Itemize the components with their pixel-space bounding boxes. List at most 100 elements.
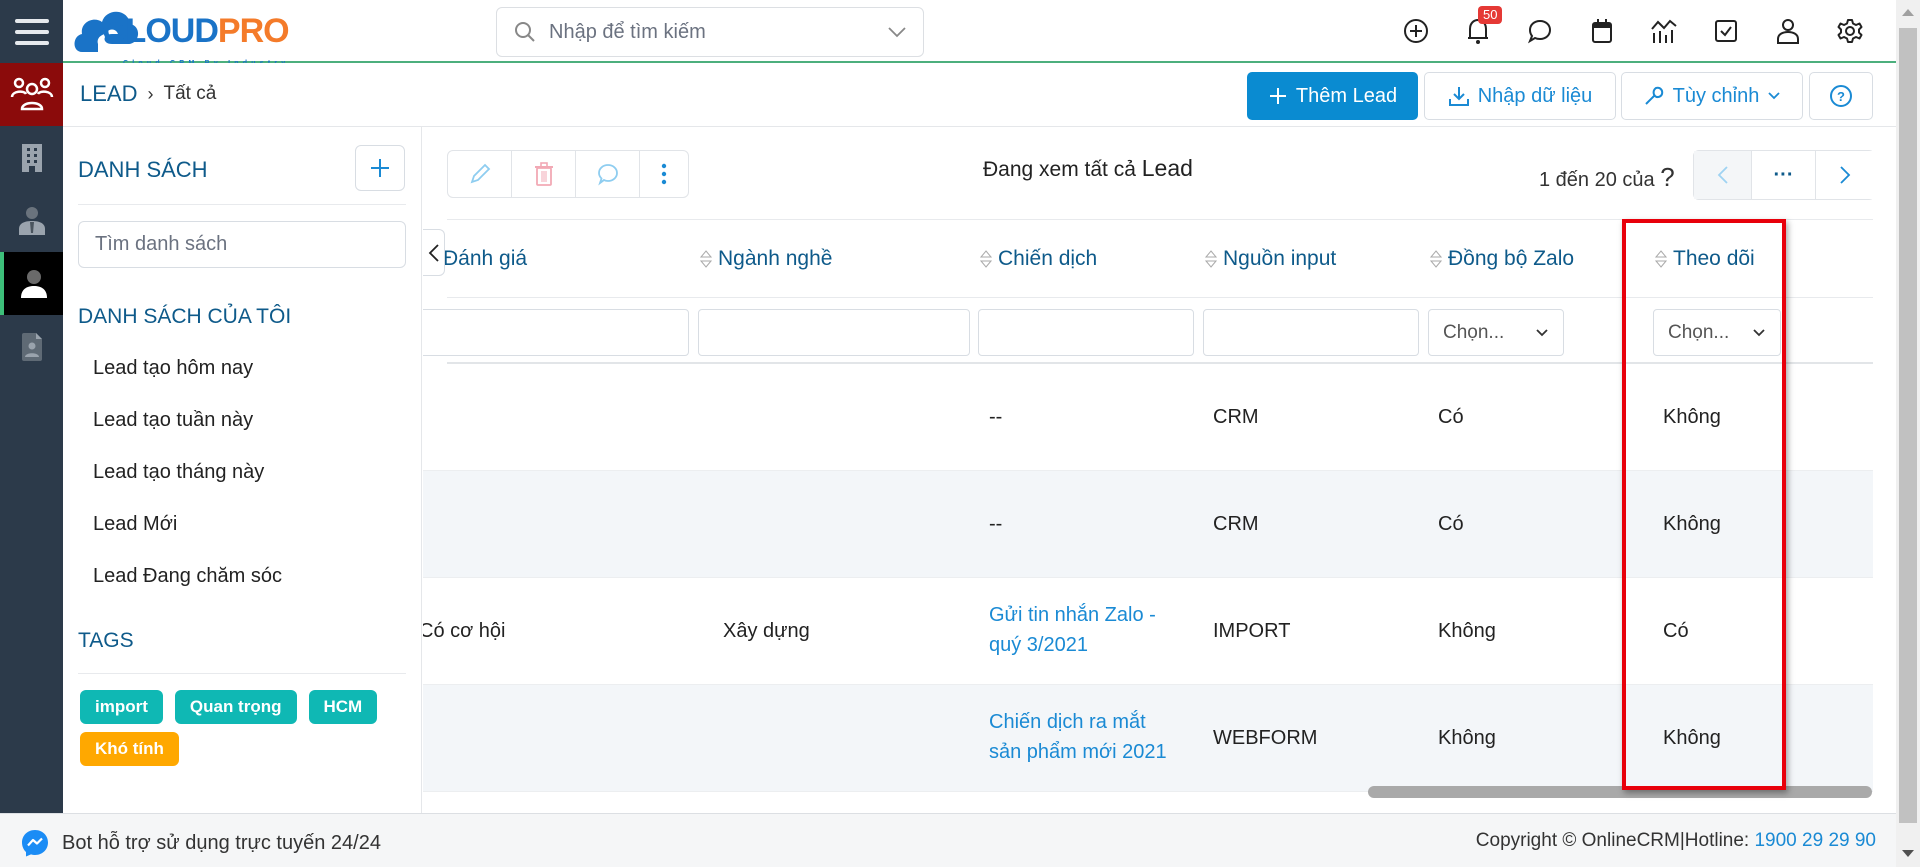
scroll-up-arrow[interactable] <box>1902 9 1914 16</box>
chat-button[interactable] <box>1522 13 1558 49</box>
calendar-button[interactable] <box>1584 13 1620 49</box>
report-chart-icon <box>1651 19 1677 43</box>
tag-quan-trong[interactable]: Quan trọng <box>174 690 297 724</box>
tag-kho-tinh[interactable]: Khó tính <box>80 732 179 766</box>
column-header-dong-bo-zalo[interactable]: Đồng bộ Zalo <box>1430 247 1574 271</box>
list-item[interactable]: Lead tạo tuần này <box>93 409 253 432</box>
cloudpro-logo[interactable]: CLOUDPRO Cloud CRM By Industry <box>72 4 292 67</box>
cell-theo-doi: Không <box>1663 727 1721 749</box>
my-lists-title: DANH SÁCH CỦA TÔI <box>78 305 292 328</box>
sidebar-item-contacts[interactable] <box>0 189 63 252</box>
plus-icon <box>1269 88 1286 104</box>
more-actions-button[interactable] <box>640 151 688 197</box>
settings-button[interactable] <box>1832 13 1868 49</box>
tag-hcm[interactable]: HCM <box>308 690 378 724</box>
list-item[interactable]: Lead tạo tháng này <box>93 461 264 484</box>
column-header-danh-gia[interactable]: Đánh giá <box>443 247 527 271</box>
breadcrumb-root[interactable]: LEAD <box>80 81 137 107</box>
page-more-button[interactable]: ··· <box>1752 151 1816 199</box>
plus-icon <box>371 159 389 177</box>
chat-icon <box>1527 19 1552 44</box>
profile-button[interactable] <box>1770 13 1806 49</box>
notifications-button[interactable]: 50 <box>1460 6 1503 49</box>
total-count-unknown[interactable]: ? <box>1660 162 1674 192</box>
list-item[interactable]: Lead tạo hôm nay <box>93 357 253 380</box>
chevron-down-icon[interactable] <box>887 26 907 38</box>
list-item[interactable]: Lead Mới <box>93 513 177 536</box>
table-row[interactable]: Chiến dịch ra mắt sản phẩm mới 2021 WEBFO… <box>423 685 1873 792</box>
next-page-button[interactable] <box>1816 151 1873 199</box>
comment-button[interactable] <box>576 151 640 197</box>
table-row[interactable]: -- CRM Có Không <box>423 364 1873 471</box>
add-lead-label: Thêm Lead <box>1295 84 1398 107</box>
svg-text:?: ? <box>1837 89 1845 104</box>
support-bot-link[interactable]: Bot hỗ trợ sử dụng trực tuyến 24/24 <box>20 828 381 858</box>
import-data-button[interactable]: Nhập dữ liệu <box>1424 72 1616 120</box>
cell-theo-doi: Không <box>1663 513 1721 535</box>
campaign-line-1: Chiến dịch ra mắt <box>989 711 1146 733</box>
horizontal-scrollbar[interactable] <box>1368 786 1872 798</box>
column-header-chien-dich[interactable]: Chiến dịch <box>980 247 1097 271</box>
comment-icon <box>597 164 618 186</box>
cell-chien-dich-link[interactable]: Chiến dịch ra mắt sản phẩm mới 2021 <box>989 707 1167 767</box>
breadcrumb: LEAD › Tất cả <box>80 81 216 107</box>
filter-nguon-input[interactable] <box>1203 309 1419 356</box>
sidebar-item-organizations[interactable] <box>0 126 63 189</box>
scroll-thumb[interactable] <box>1899 28 1917 823</box>
table-row[interactable]: Có cơ hội Xây dựng Gửi tin nhắn Zalo - qu… <box>423 578 1873 685</box>
mass-action-toolbar <box>447 150 689 198</box>
cell-chien-dich-link[interactable]: Gửi tin nhắn Zalo - quý 3/2021 <box>989 600 1156 660</box>
tag-import[interactable]: import <box>80 690 163 724</box>
hotline-link[interactable]: 1900 29 29 90 <box>1754 830 1876 851</box>
filter-dong-bo-zalo-select[interactable]: Chọn... <box>1428 309 1564 356</box>
filter-nganh-nghe-input[interactable] <box>698 309 970 356</box>
edit-button[interactable] <box>448 151 512 197</box>
more-pages-label: ··· <box>1773 163 1794 186</box>
person-icon <box>20 269 47 298</box>
filter-theo-doi-select[interactable]: Chọn... <box>1653 309 1781 356</box>
column-header-theo-doi[interactable]: Theo dõi <box>1655 247 1755 271</box>
sort-icon <box>1205 250 1217 268</box>
scroll-down-arrow[interactable] <box>1902 850 1914 857</box>
add-list-button[interactable] <box>355 145 405 191</box>
customize-dropdown-button[interactable]: Tùy chỉnh <box>1621 72 1803 120</box>
more-vertical-icon <box>661 163 667 185</box>
global-search-input[interactable]: Nhập để tìm kiếm <box>496 7 924 57</box>
hamburger-menu-button[interactable] <box>0 0 63 63</box>
import-data-label: Nhập dữ liệu <box>1477 84 1593 107</box>
list-item[interactable]: Lead Đang chăm sóc <box>93 565 282 588</box>
cell-dong-bo-zalo: Có <box>1438 406 1464 428</box>
sidebar-item-lead[interactable] <box>0 252 63 315</box>
sort-icon <box>1430 250 1442 268</box>
cell-nguon-input: CRM <box>1213 513 1259 535</box>
prev-page-button[interactable] <box>1694 151 1752 199</box>
chevron-left-icon <box>1717 166 1728 184</box>
collapse-panel-button[interactable] <box>423 229 445 276</box>
filter-danh-gia-input[interactable] <box>423 309 689 356</box>
cell-theo-doi: Không <box>1663 406 1721 428</box>
sidebar-item-leads[interactable] <box>0 63 63 126</box>
help-button[interactable]: ? <box>1809 72 1873 120</box>
campaign-line-2: sản phẩm mới 2021 <box>989 741 1167 763</box>
sidebar-item-documents[interactable] <box>0 315 63 378</box>
quick-create-button[interactable] <box>1398 13 1434 49</box>
table-row[interactable]: -- CRM Có Không <box>423 471 1873 578</box>
chevron-left-icon <box>428 243 439 262</box>
tags-title: TAGS <box>78 629 134 652</box>
chevron-down-icon <box>1536 328 1548 336</box>
column-label: Đánh giá <box>443 247 528 270</box>
add-lead-button[interactable]: Thêm Lead <box>1247 72 1418 120</box>
reports-button[interactable] <box>1646 13 1682 49</box>
filter-chien-dich-input[interactable] <box>978 309 1194 356</box>
tasks-button[interactable] <box>1708 13 1744 49</box>
column-header-nganh-nghe[interactable]: Ngành nghề <box>700 247 832 271</box>
person-tie-icon <box>18 206 45 235</box>
copyright: Copyright © OnlineCRM|Hotline: 1900 29 2… <box>1476 830 1876 852</box>
list-search-input[interactable]: Tìm danh sách <box>78 221 406 268</box>
pencil-icon <box>470 163 490 184</box>
column-header-nguon-input[interactable]: Nguồn input <box>1205 247 1336 271</box>
select-placeholder: Chọn... <box>1443 321 1505 343</box>
vertical-scrollbar[interactable] <box>1896 0 1920 867</box>
trash-icon <box>534 162 553 186</box>
delete-button[interactable] <box>512 151 576 197</box>
